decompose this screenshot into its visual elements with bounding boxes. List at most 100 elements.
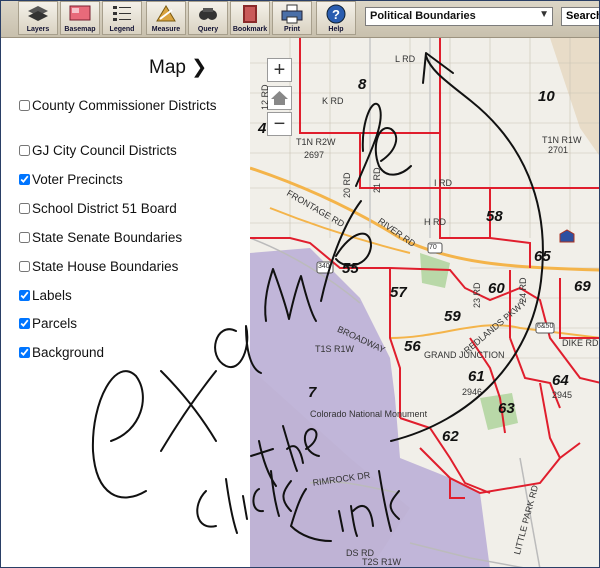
print-button[interactable]: Print <box>272 1 312 35</box>
layer-item-labels[interactable]: Labels <box>16 288 246 304</box>
legend-label: Legend <box>109 26 135 33</box>
home-button[interactable] <box>267 86 292 110</box>
road-label: 2945 <box>552 390 573 400</box>
layer-label: State Senate Boundaries <box>32 230 183 245</box>
layer-label: GJ City Council Districts <box>32 143 177 158</box>
precinct-label: 65 <box>534 248 551 265</box>
map-view[interactable]: + − 8 10 4 58 55 57 60 65 69 59 56 61 64… <box>250 38 599 567</box>
query-icon <box>199 8 217 20</box>
road-label: 12 RD <box>260 84 270 110</box>
precinct-label: 7 <box>308 384 317 401</box>
layer-item-school-district[interactable]: School District 51 Board <box>16 201 246 217</box>
layer-label: County Commissioner Districts <box>32 98 217 113</box>
layer-group-select[interactable]: Political Boundaries ▼ <box>365 7 553 26</box>
app-window: Layers Basemap Legend Measure Query Book… <box>0 0 600 568</box>
precinct-label: 8 <box>358 76 367 93</box>
layer-checkbox[interactable] <box>19 145 30 156</box>
road-label: T1N R2W <box>296 137 336 147</box>
precinct-label: 64 <box>552 372 569 389</box>
help-label: Help <box>328 26 344 33</box>
bookmark-label: Bookmark <box>232 26 268 33</box>
layer-item-parcels[interactable]: Parcels <box>16 316 246 332</box>
layer-checkbox[interactable] <box>19 174 30 185</box>
precinct-label: 61 <box>468 368 485 385</box>
layer-label: Background <box>32 345 105 360</box>
road-label: 2701 <box>548 145 569 155</box>
print-label: Print <box>284 26 300 33</box>
layer-checkbox[interactable] <box>19 347 30 358</box>
query-button[interactable]: Query <box>188 1 228 35</box>
measure-label: Measure <box>151 26 181 33</box>
precinct-label: 59 <box>444 308 461 325</box>
bookmark-button[interactable]: Bookmark <box>230 1 270 35</box>
precinct-label: 10 <box>538 88 555 105</box>
print-icon <box>281 4 303 24</box>
road-label: DIKE RD <box>562 338 599 348</box>
layer-label: State House Boundaries <box>32 259 179 274</box>
layer-label: Parcels <box>32 316 78 331</box>
layer-item-voter-precincts[interactable]: Voter Precincts <box>16 172 246 188</box>
layer-checkbox[interactable] <box>19 203 30 214</box>
road-label: L RD <box>395 54 416 64</box>
precinct-label: 4 <box>258 120 267 137</box>
toolbar: Layers Basemap Legend Measure Query Book… <box>1 1 599 38</box>
layers-label: Layers <box>26 26 50 33</box>
road-label: T2S R1W <box>362 557 402 567</box>
precinct-label: 60 <box>488 280 505 297</box>
road-label: 20 RD <box>342 172 352 198</box>
precinct-label: 63 <box>498 400 515 417</box>
svg-text:?: ? <box>332 7 340 22</box>
layer-checkbox[interactable] <box>19 261 30 272</box>
layer-item-state-house[interactable]: State House Boundaries <box>16 259 246 275</box>
layer-item-state-senate[interactable]: State Senate Boundaries <box>16 230 246 246</box>
road-label: 6&50 <box>537 323 554 330</box>
layer-group-value: Political Boundaries <box>370 10 476 22</box>
layer-label: Voter Precincts <box>32 172 123 187</box>
road-label: 21 RD <box>372 167 382 193</box>
road-label: T1S R1W <box>315 344 355 354</box>
precinct-label: 58 <box>486 208 503 225</box>
bookmark-icon <box>243 5 257 23</box>
basemap-label: Basemap <box>64 26 96 33</box>
basemap-button[interactable]: Basemap <box>60 1 100 35</box>
layer-item-county-commissioner[interactable]: County Commissioner Districts <box>16 98 246 114</box>
layer-label: Labels <box>32 288 72 303</box>
map-canvas <box>250 38 599 567</box>
measure-button[interactable]: Measure <box>146 1 186 35</box>
road-label: I RD <box>434 178 452 188</box>
road-label: 340 <box>318 263 330 270</box>
precinct-label: 69 <box>574 278 591 295</box>
road-label: H RD <box>424 217 446 227</box>
road-label: Colorado National Monument <box>310 409 428 419</box>
zoom-out-button[interactable]: − <box>267 112 292 136</box>
sidebar-title: Map ❯ <box>149 57 208 78</box>
layers-icon <box>28 6 48 21</box>
precinct-label: 56 <box>404 338 421 355</box>
precinct-label: 55 <box>342 260 359 277</box>
precinct-label: 57 <box>390 284 407 301</box>
layer-item-background[interactable]: Background <box>16 345 246 361</box>
road-label: 23 RD <box>472 282 482 308</box>
layer-checkbox[interactable] <box>19 232 30 243</box>
precinct-label: 62 <box>442 428 459 445</box>
chevron-down-icon: ▼ <box>539 9 549 20</box>
basemap-icon <box>69 5 91 21</box>
layers-button[interactable]: Layers <box>18 1 58 35</box>
sidebar: Map ❯ County Commissioner Districts GJ C… <box>1 38 249 567</box>
layer-item-gj-city-council[interactable]: GJ City Council Districts <box>16 143 246 159</box>
road-label: 70 <box>429 244 437 251</box>
road-label: 2697 <box>304 150 325 160</box>
layer-label: School District 51 Board <box>32 201 177 216</box>
layer-checkbox[interactable] <box>19 318 30 329</box>
zoom-in-button[interactable]: + <box>267 58 292 82</box>
monument-area <box>250 248 490 567</box>
legend-button[interactable]: Legend <box>102 1 142 35</box>
layer-checkbox[interactable] <box>19 290 30 301</box>
query-label: Query <box>197 26 219 33</box>
layer-checkbox[interactable] <box>19 100 30 111</box>
search-button[interactable]: Search <box>561 7 599 26</box>
home-icon <box>271 91 288 105</box>
help-button[interactable]: ? Help <box>316 1 356 35</box>
road-label: 2946 <box>462 387 483 397</box>
measure-icon <box>156 5 176 22</box>
